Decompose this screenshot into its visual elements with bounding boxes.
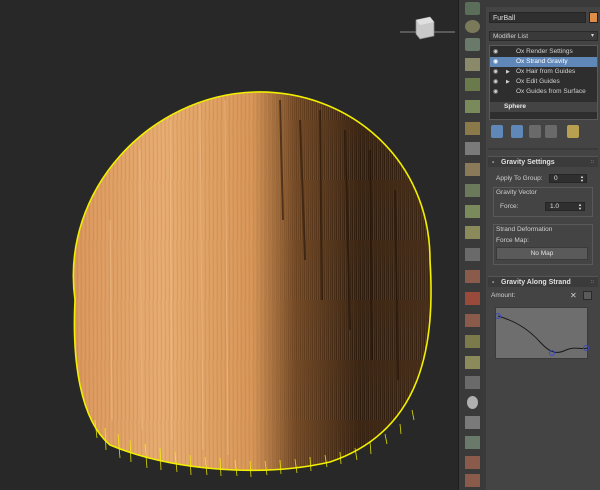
wind-tool-icon[interactable] <box>465 376 480 389</box>
curve-expand-icon[interactable] <box>583 291 592 300</box>
frizz-tool-icon[interactable] <box>465 184 480 197</box>
view-cube[interactable] <box>400 16 455 40</box>
density-tool-icon[interactable] <box>465 248 480 261</box>
no-map-button[interactable]: No Map <box>496 247 588 260</box>
expand-icon[interactable]: ▶ <box>506 67 510 77</box>
stack-item-guides-from-surface[interactable]: ◉ Ox Guides from Surface <box>490 87 597 97</box>
comb-tool-icon[interactable] <box>465 100 480 113</box>
divider <box>488 148 598 150</box>
eye-icon[interactable]: ◉ <box>493 57 498 67</box>
pin-stack-icon[interactable] <box>491 125 503 138</box>
bend-tool-icon[interactable] <box>465 226 480 239</box>
make-unique-icon[interactable] <box>529 125 541 138</box>
rollout-title: Gravity Along Strand <box>501 279 571 286</box>
stack-item-hair-from-guides[interactable]: ◉ ▶ Ox Hair from Guides <box>490 67 597 77</box>
drag-handle-icon[interactable]: :: <box>591 277 594 288</box>
force-value: 1.0 <box>550 203 560 210</box>
rollout-title: Gravity Settings <box>501 159 555 166</box>
render-tool-icon[interactable] <box>465 270 480 283</box>
apply-to-group-spinner[interactable]: 0 ▲ ▼ <box>549 174 587 183</box>
expand-icon[interactable]: ▶ <box>506 77 510 87</box>
stack-item-edit-guides[interactable]: ◉ ▶ Ox Edit Guides <box>490 77 597 87</box>
rollout-gravity-settings[interactable]: - Gravity Settings :: <box>488 156 598 167</box>
stack-item-label: Ox Edit Guides <box>516 78 560 85</box>
scale-tool-icon[interactable] <box>465 356 480 369</box>
force-spinner[interactable]: 1.0 ▲ ▼ <box>545 202 585 211</box>
cut-tool-icon[interactable] <box>465 122 480 135</box>
stack-item-label: Ox Hair from Guides <box>516 68 576 75</box>
drag-handle-icon[interactable]: :: <box>591 157 594 168</box>
stack-base-label: Sphere <box>504 103 527 110</box>
spinner-arrows-icon[interactable]: ▲ ▼ <box>578 203 582 211</box>
gravity-vector-label: Gravity Vector <box>496 189 537 196</box>
eye-icon[interactable]: ◉ <box>493 47 498 57</box>
object-color-swatch[interactable] <box>589 12 598 23</box>
trash-icon[interactable] <box>545 125 557 138</box>
stack-item-label: Ox Render Settings <box>516 48 573 55</box>
spinner-arrows-icon[interactable]: ▲ ▼ <box>580 175 584 183</box>
length-tool-icon[interactable] <box>465 142 480 155</box>
fur-ball[interactable] <box>60 85 440 485</box>
stack-buttons <box>489 125 598 139</box>
curve-reset-icon[interactable]: ✕ <box>570 291 579 300</box>
amount-label: Amount: <box>491 292 516 299</box>
brush-tool-icon[interactable] <box>465 78 480 91</box>
apply-to-group-value: 0 <box>554 175 558 182</box>
command-panel: FurBall Modifier List ▾ ◉ Ox Render Sett… <box>486 0 600 490</box>
stack-item-strand-gravity[interactable]: ◉ Ox Strand Gravity <box>490 57 597 67</box>
stack-item-label: Ox Strand Gravity <box>516 58 568 65</box>
strand-deformation-label: Strand Deformation <box>496 226 553 233</box>
eye-icon[interactable]: ◉ <box>493 77 498 87</box>
camera-tool-icon[interactable] <box>465 38 480 51</box>
apply-to-group-label: Apply To Group: <box>496 175 543 182</box>
select-tool-icon[interactable] <box>465 2 480 15</box>
modifier-stack[interactable]: ◉ Ox Render Settings ◉ Ox Strand Gravity… <box>489 45 598 120</box>
force-label: Force: <box>500 203 519 210</box>
viewport-canvas[interactable] <box>0 0 458 490</box>
guide-tool-icon[interactable] <box>465 58 480 71</box>
stack-item-render-settings[interactable]: ◉ Ox Render Settings <box>490 47 597 57</box>
collapse-icon: - <box>492 279 495 286</box>
sphere-tool-icon[interactable] <box>467 396 478 409</box>
curl-tool-icon[interactable] <box>465 205 480 218</box>
collapse-icon: - <box>492 159 495 166</box>
amount-curve-editor[interactable] <box>495 307 589 360</box>
light-tool-icon[interactable] <box>465 20 480 33</box>
gravity-tool-icon[interactable] <box>465 335 480 348</box>
vertical-toolbar <box>458 0 487 490</box>
map-tool-icon[interactable] <box>465 292 480 305</box>
mesh-tool-icon[interactable] <box>465 416 480 429</box>
object-name-field[interactable]: FurBall <box>489 12 586 23</box>
force-map-label: Force Map: <box>496 237 529 244</box>
modifier-list-label: Modifier List <box>493 33 529 40</box>
settings-tool-icon[interactable] <box>465 474 480 487</box>
chevron-down-icon: ▾ <box>590 33 594 39</box>
amount-curve[interactable] <box>495 308 589 360</box>
stack-item-label: Ox Guides from Surface <box>516 88 586 95</box>
eye-icon[interactable]: ◉ <box>493 67 498 77</box>
stack-item-sphere[interactable]: Sphere <box>490 102 597 112</box>
export-tool-icon[interactable] <box>465 436 480 449</box>
viewport[interactable] <box>0 0 458 490</box>
rollout-gravity-along-strand[interactable]: - Gravity Along Strand :: <box>488 276 598 287</box>
show-end-result-icon[interactable] <box>511 125 523 138</box>
panel-tabs[interactable] <box>486 0 600 7</box>
modifier-list-dropdown[interactable]: Modifier List ▾ <box>489 31 598 41</box>
cache-tool-icon[interactable] <box>465 456 480 469</box>
eye-icon[interactable]: ◉ <box>493 87 498 97</box>
clump-tool-icon[interactable] <box>465 163 480 176</box>
configure-sets-icon[interactable] <box>567 125 579 138</box>
channel-tool-icon[interactable] <box>465 314 480 327</box>
